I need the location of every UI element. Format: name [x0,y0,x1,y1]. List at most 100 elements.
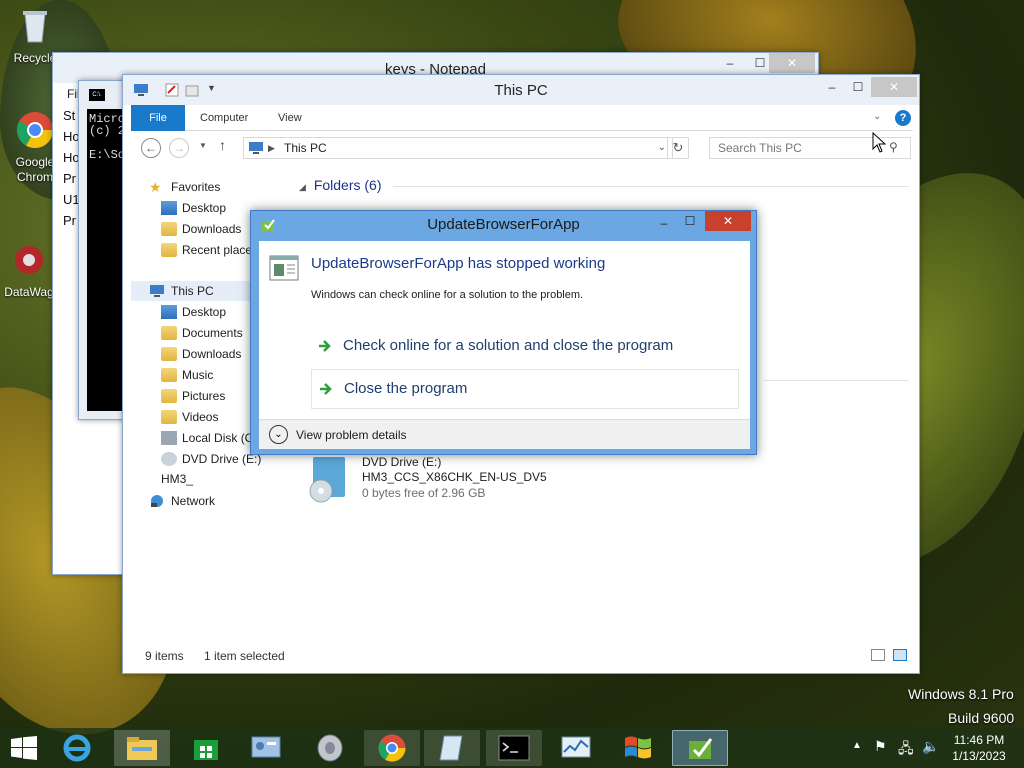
maximize-button[interactable]: ☐ [843,77,873,97]
recycle-bin-icon [23,11,47,43]
documents-folder-icon [161,326,177,340]
search-icon[interactable]: ⚲ [889,140,898,154]
action-center-flag-icon[interactable]: ⚑ [874,738,887,755]
nav-pc-pictures[interactable]: Pictures [161,386,225,406]
maximize-button[interactable]: ☐ [675,211,705,231]
error-dialog[interactable]: UpdateBrowserForApp – ☐ ✕ UpdateBrowserF… [250,210,757,455]
nav-pc-downloads[interactable]: Downloads [161,344,241,364]
folders-header[interactable]: ◢ Folders (6) [299,177,382,193]
explorer-titlebar[interactable]: ▼ This PC – ☐ ✕ [123,75,919,105]
clock-date: 1/13/2023 [952,749,1006,763]
close-button[interactable]: ✕ [769,53,815,73]
taskbar-chrome[interactable] [364,730,420,766]
start-button[interactable] [10,736,38,760]
nav-network[interactable]: Network [149,491,215,511]
desktop-icon [161,305,177,319]
taskbar-performance[interactable] [548,730,604,766]
cmd-icon: C:\. [89,89,105,101]
taskbar-sound[interactable] [302,730,358,766]
downloads-folder-icon [161,347,177,361]
explorer-title: This PC [494,82,548,99]
clock[interactable]: 11:46 PM 1/13/2023 [944,732,1014,764]
nav-pc-videos[interactable]: Videos [161,407,218,427]
details-view-icon[interactable] [871,649,885,661]
nav-pc-local-disk[interactable]: Local Disk (C [161,428,253,448]
large-icons-view-icon[interactable] [893,649,907,661]
ribbon-expand-icon[interactable]: ⌄ [873,111,881,122]
nav-favorites-recent[interactable]: Recent places [161,240,258,260]
videos-folder-icon [161,410,177,424]
dialog-body: UpdateBrowserForApp has stopped working … [259,241,750,419]
network-icon [151,495,163,507]
nav-this-pc[interactable]: This PC [149,281,214,301]
taskbar: ▲ ⚑ 🖧 🔈 11:46 PM 1/13/2023 [0,728,1024,768]
desktop-icon [161,201,177,215]
taskbar-update-browser-app[interactable] [672,730,728,766]
speaker-icon [317,734,343,762]
minimize-button[interactable]: – [715,53,745,73]
close-program-button[interactable]: Close the program [311,369,739,409]
breadcrumb-chevron-icon[interactable]: ▶ [268,138,275,158]
dvd-drive-label: HM3_CCS_X86CHK_EN-US_DV5 [362,470,547,484]
mouse-cursor-icon [872,132,886,153]
notepad-icon [439,735,463,761]
close-button[interactable]: ✕ [705,211,751,231]
tab-file[interactable]: File [131,105,185,131]
check-online-button[interactable]: Check online for a solution and close th… [311,327,739,365]
address-row: ← → ▼ ↑ ▶ This PC ⌄ ↻ Search This PC ⚲ [131,131,913,165]
collapse-icon: ◢ [299,182,306,192]
help-icon[interactable]: ? [895,110,911,126]
tab-computer[interactable]: Computer [187,105,261,131]
chevron-down-icon: ⌄ [269,425,288,444]
music-folder-icon [161,368,177,382]
nav-favorites-desktop[interactable]: Desktop [161,198,226,218]
windows-logo-icon [11,736,37,760]
network-tray-icon[interactable]: 🖧 [898,738,914,762]
chrome-icon [378,734,406,762]
taskbar-file-explorer[interactable] [114,730,170,766]
file-explorer-icon [127,737,157,760]
nav-favorites-downloads[interactable]: Downloads [161,219,241,239]
pictures-folder-icon [161,389,177,403]
program-window-icon [269,255,299,281]
dialog-footer: ⌄ View problem details [259,419,750,449]
taskbar-windows-app[interactable] [610,730,666,766]
refresh-button[interactable]: ↻ [667,137,689,159]
recent-places-icon [161,243,177,257]
taskbar-notepad[interactable] [424,730,480,766]
dvd-drive-icon [309,457,345,503]
breadcrumb[interactable]: This PC [284,141,327,155]
windows-edition-watermark: Windows 8.1 Pro [908,686,1014,702]
taskbar-control-panel[interactable] [238,730,294,766]
nav-favorites[interactable]: ★ Favorites [149,177,220,197]
windows-build-watermark: Build 9600 [948,710,1015,726]
check-online-label: Check online for a solution and close th… [343,337,674,354]
dvd-drive-name: DVD Drive (E:) [362,455,442,469]
show-hidden-icons-button[interactable]: ▲ [852,740,862,751]
taskbar-store[interactable] [178,730,234,766]
nav-pc-music[interactable]: Music [161,365,213,385]
address-bar[interactable]: ▶ This PC ⌄ [243,137,673,159]
nav-pc-desktop[interactable]: Desktop [161,302,226,322]
address-dropdown-icon[interactable]: ⌄ [658,138,666,158]
dialog-message: Windows can check online for a solution … [311,289,584,301]
recent-locations-button[interactable]: ▼ [199,141,207,150]
downloads-folder-icon [161,222,177,236]
back-button[interactable]: ← [141,138,161,158]
close-button[interactable]: ✕ [871,77,917,97]
computer-icon [150,285,164,297]
green-arrow-icon [319,340,331,352]
dvd-drive-item[interactable]: DVD Drive (E:) HM3_CCS_X86CHK_EN-US_DV5 … [307,453,607,509]
up-button[interactable]: ↑ [219,137,226,153]
taskbar-cmd[interactable] [486,730,542,766]
windows-flag-icon [625,736,651,759]
performance-monitor-icon [561,736,591,758]
taskbar-ie[interactable] [50,730,106,766]
status-item-count: 9 items [145,649,184,663]
cmd-title: C:\. [92,92,102,98]
volume-icon[interactable]: 🔈 [922,738,939,755]
folders-header-label: Folders (6) [313,177,382,193]
forward-button[interactable]: → [169,138,189,158]
nav-pc-documents[interactable]: Documents [161,323,243,343]
tab-view[interactable]: View [265,105,315,131]
